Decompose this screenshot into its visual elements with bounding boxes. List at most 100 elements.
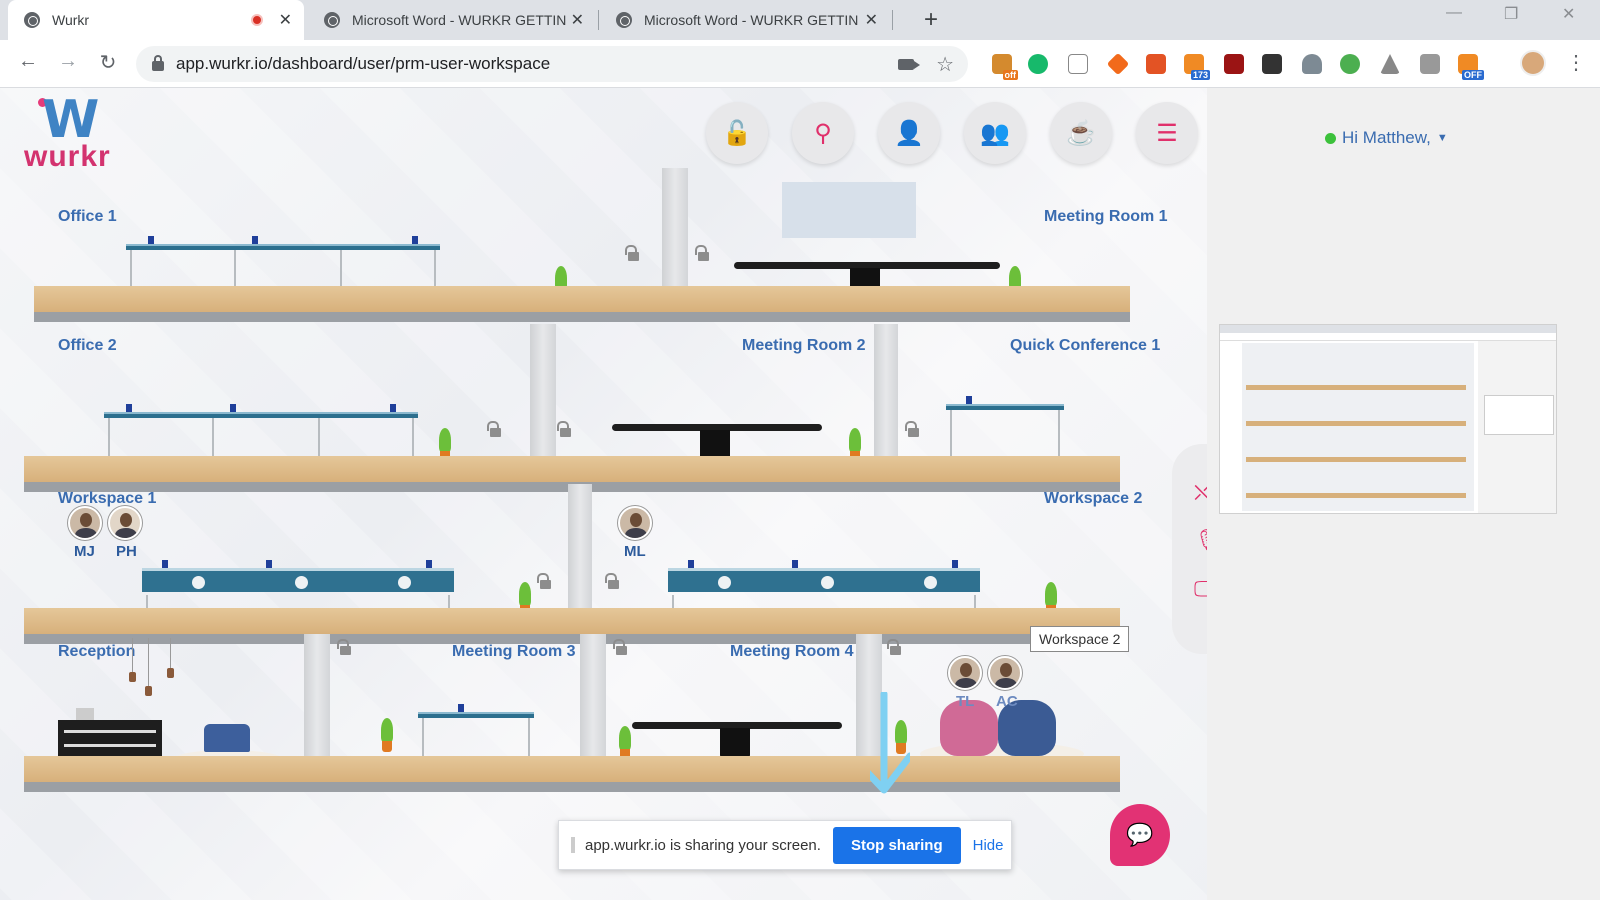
back-icon[interactable]: ← [14,50,42,73]
wall [580,634,606,774]
lock-icon[interactable] [487,421,501,437]
team-button[interactable]: 👥 [964,102,1026,164]
extension-icon[interactable] [1420,54,1440,74]
chat-icon: 💬 [1126,822,1154,847]
greeting-text: Hi Matthew, [1342,128,1431,147]
room-label-quick-conference-1[interactable]: Quick Conference 1 [1010,337,1160,355]
more-menu-icon[interactable]: ⋮ [1566,50,1586,75]
chat-button[interactable]: 💬 [1110,804,1170,866]
wall [304,634,330,774]
hide-button[interactable]: Hide [973,837,1004,854]
camera-in-use-icon[interactable] [898,58,921,70]
close-window-icon[interactable]: ✕ [1562,4,1575,24]
tab-divider [598,10,599,30]
menu-icon: ☰ [1156,119,1178,147]
stop-sharing-button[interactable]: Stop sharing [832,826,961,864]
floor-level-2 [24,456,1120,492]
new-tab-button[interactable]: + [924,6,938,34]
pendant-lamp [132,638,133,672]
extension-icon[interactable] [1106,52,1130,76]
room-tooltip: Workspace 2 [1030,626,1130,652]
ublock-icon[interactable] [1224,54,1244,74]
share-message: app.wurkr.io is sharing your screen. [585,836,821,854]
extension-icon[interactable]: 173 [1184,54,1210,80]
address-bar[interactable]: app.wurkr.io/dashboard/user/prm-user-wor… [136,46,968,82]
tab-wurkr[interactable]: Wurkr ✕ [8,0,304,40]
break-room-button[interactable]: ☕ [1050,102,1112,164]
room-label-reception[interactable]: Reception [58,643,135,661]
browser-tab-strip: Wurkr ✕ Microsoft Word - WURKR GETTIN ✕ … [0,0,1600,40]
room-label-meeting-room-3[interactable]: Meeting Room 3 [452,643,576,661]
url-text: app.wurkr.io/dashboard/user/prm-user-wor… [176,54,551,73]
pendant-lamp-shade [167,668,174,678]
room-label-workspace-1[interactable]: Workspace 1 [58,490,156,508]
close-tab-icon[interactable]: ✕ [279,10,292,30]
meeting-screen [782,182,916,238]
pendant-lamp [170,638,171,668]
tab-word-2[interactable]: Microsoft Word - WURKR GETTIN ✕ [600,0,890,40]
extension-icon[interactable]: off [992,54,1018,80]
extension-badge: OFF [1462,70,1484,80]
extension-icon[interactable] [1262,54,1282,74]
coffee-icon: ☕ [1066,119,1096,147]
lock-icon[interactable] [887,639,901,655]
restore-icon[interactable]: ❐ [1504,4,1518,24]
recording-icon [250,14,263,26]
lock-icon[interactable] [605,573,619,589]
lock-icon[interactable] [695,245,709,261]
extension-badge: off [1002,70,1018,80]
bookmark-star-icon[interactable]: ☆ [936,52,954,77]
extension-badge: 173 [1190,70,1210,80]
user-avatar-ac[interactable] [988,656,1022,690]
drag-handle[interactable] [571,837,575,853]
user-avatar-tl[interactable] [948,656,982,690]
user-avatar-ph[interactable] [108,506,142,540]
extension-icon[interactable] [1340,54,1360,74]
pendant-lamp [148,638,149,686]
close-tab-icon[interactable]: ✕ [865,10,878,30]
extension-icon[interactable] [1302,54,1322,74]
extension-icon[interactable] [1146,54,1166,74]
browser-toolbar: ← → ↻ app.wurkr.io/dashboard/user/prm-us… [0,40,1600,88]
user-side-panel: Hi Matthew, ▼ [1207,88,1600,900]
tab-divider [892,10,893,30]
tab-word-1[interactable]: Microsoft Word - WURKR GETTIN ✕ [308,0,596,40]
wall [568,484,592,624]
extension-icon[interactable]: OFF [1458,54,1484,80]
extension-icon[interactable] [1380,54,1400,74]
lock-icon[interactable] [613,639,627,655]
lock-icon[interactable] [625,245,639,261]
globe-icon [324,12,340,28]
room-label-office-1[interactable]: Office 1 [58,208,117,226]
lock-icon[interactable] [537,573,551,589]
reception-monitor [76,708,94,720]
search-button[interactable]: ⚲ [792,102,854,164]
room-label-workspace-2[interactable]: Workspace 2 [1044,490,1142,508]
room-label-office-2[interactable]: Office 2 [58,337,117,355]
online-status-dot [1325,132,1336,144]
extension-icon[interactable] [1068,54,1088,74]
reload-icon[interactable]: ↻ [94,50,122,75]
user-greeting-menu[interactable]: Hi Matthew, ▼ [1325,128,1448,148]
lock-icon[interactable] [905,421,919,437]
grammarly-icon[interactable] [1028,54,1048,74]
menu-button[interactable]: ☰ [1136,102,1198,164]
screen-share-preview[interactable] [1219,324,1557,514]
room-label-meeting-room-1[interactable]: Meeting Room 1 [1044,208,1168,226]
globe-icon [616,12,632,28]
unlock-button[interactable]: 🔓 [706,102,768,164]
armchair [204,724,250,752]
team-icon: 👥 [980,119,1010,147]
forward-icon[interactable]: → [54,50,82,73]
room-label-meeting-room-2[interactable]: Meeting Room 2 [742,337,866,355]
user-avatar-mj[interactable] [68,506,102,540]
user-avatar-ml[interactable] [618,506,652,540]
add-user-button[interactable]: 👤 [878,102,940,164]
close-tab-icon[interactable]: ✕ [571,10,584,30]
lock-icon[interactable] [337,639,351,655]
room-label-meeting-room-4[interactable]: Meeting Room 4 [730,643,854,661]
profile-avatar[interactable] [1520,50,1546,76]
lock-icon[interactable] [557,421,571,437]
pendant-lamp-shade [129,672,136,682]
minimize-icon[interactable]: — [1446,4,1462,22]
